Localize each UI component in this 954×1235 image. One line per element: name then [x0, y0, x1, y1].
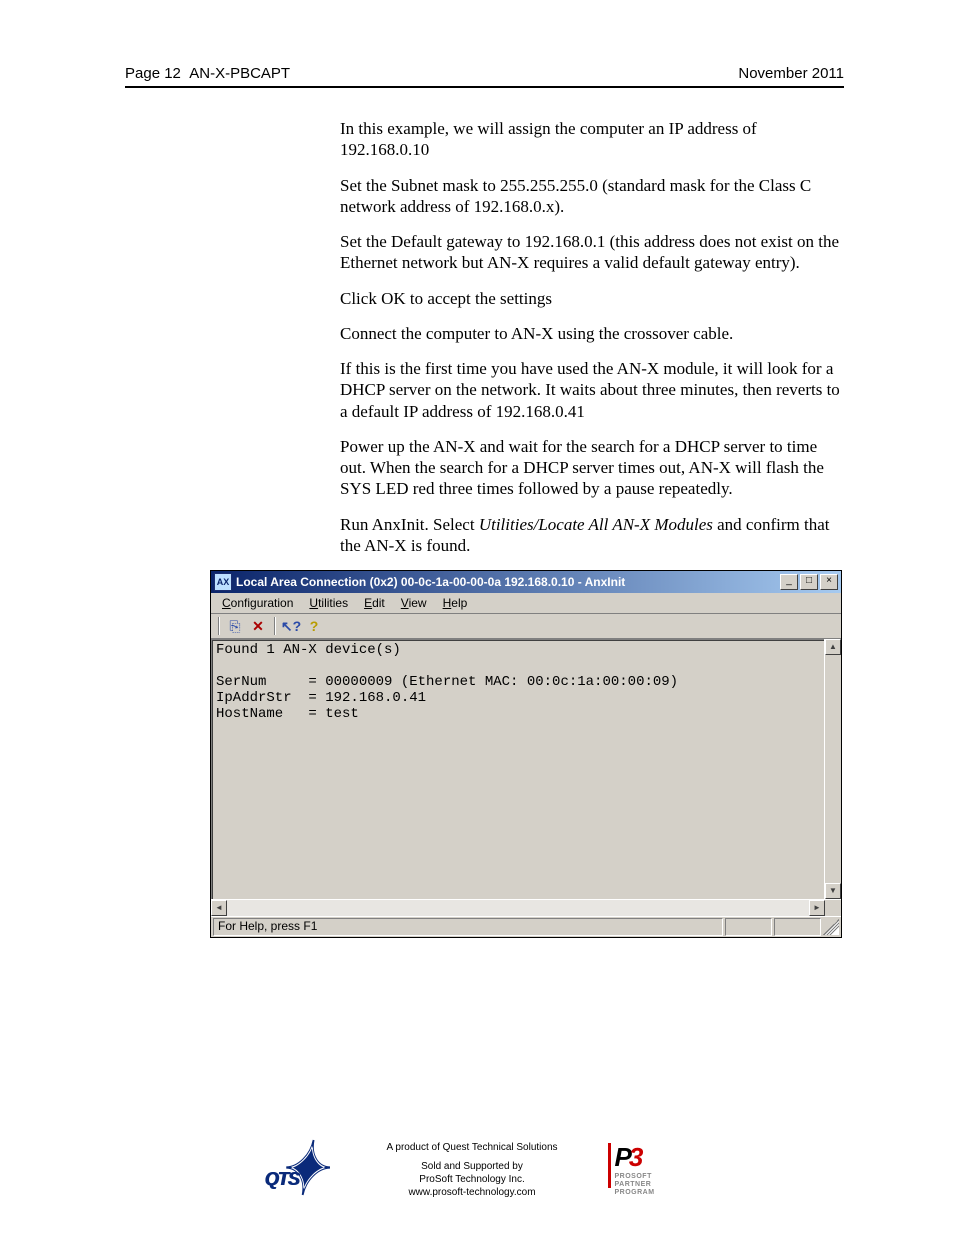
footer-line3: ProSoft Technology Inc.: [386, 1173, 557, 1186]
page-footer: ✦ QTS A product of Quest Technical Solut…: [0, 1135, 954, 1205]
status-pane-3: [774, 918, 821, 936]
para-8-lead: Run AnxInit. Select: [340, 515, 479, 534]
menu-configuration[interactable]: Configuration: [215, 595, 300, 611]
anxinit-window: AX Local Area Connection (0x2) 00-0c-1a-…: [210, 570, 842, 938]
status-text: For Help, press F1: [213, 918, 723, 936]
page-label: Page: [125, 65, 160, 82]
p3-pipe-icon: [608, 1143, 611, 1188]
scroll-up-icon[interactable]: ▲: [825, 639, 841, 655]
para-1: In this example, we will assign the comp…: [340, 118, 844, 161]
para-3: Set the Default gateway to 192.168.0.1 (…: [340, 231, 844, 274]
scroll-right-icon[interactable]: ►: [809, 900, 825, 916]
toolbar-separator: [218, 617, 219, 635]
menu-utilities[interactable]: Utilities: [302, 595, 355, 611]
doc-title: AN-X-PBCAPT: [189, 65, 290, 82]
header-date: November 2011: [738, 65, 844, 82]
page-number: 12: [164, 65, 181, 82]
para-5: Connect the computer to AN-X using the c…: [340, 323, 844, 344]
para-8-menu-path: Utilities/Locate All AN-X Modules: [479, 515, 713, 534]
p3-line2: PARTNER: [615, 1181, 655, 1189]
whats-this-icon[interactable]: ↖?: [281, 616, 301, 636]
header-rule: [125, 86, 844, 88]
scroll-down-icon[interactable]: ▼: [825, 883, 841, 899]
scroll-corner: [825, 900, 841, 916]
horizontal-scrollbar[interactable]: ◄ ►: [211, 899, 841, 916]
titlebar[interactable]: AX Local Area Connection (0x2) 00-0c-1a-…: [211, 571, 841, 593]
qts-logo: ✦ QTS: [256, 1135, 336, 1205]
page-header: Page 12 AN-X-PBCAPT November 2011: [125, 65, 844, 82]
menu-view[interactable]: View: [394, 595, 434, 611]
window-title: Local Area Connection (0x2) 00-0c-1a-00-…: [236, 575, 778, 589]
menubar: Configuration Utilities Edit View Help: [211, 593, 841, 614]
p3-3-icon: 3: [629, 1142, 643, 1173]
console-output: Found 1 AN-X device(s) SerNum = 00000009…: [211, 639, 824, 899]
footer-line4: www.prosoft-technology.com: [386, 1186, 557, 1199]
footer-center: A product of Quest Technical Solutions S…: [386, 1141, 557, 1199]
toolbar: ⎘ ✕ ↖? ?: [211, 614, 841, 639]
toolbar-separator: [274, 617, 275, 635]
footer-line1: A product of Quest Technical Solutions: [386, 1141, 557, 1154]
statusbar: For Help, press F1: [211, 916, 841, 937]
para-6: If this is the first time you have used …: [340, 358, 844, 422]
p3-line1: PROSOFT: [615, 1173, 655, 1181]
para-2: Set the Subnet mask to 255.255.255.0 (st…: [340, 175, 844, 218]
para-8: Run AnxInit. Select Utilities/Locate All…: [340, 514, 844, 557]
p3-logo: P 3 PROSOFT PARTNER PROGRAM: [608, 1143, 698, 1198]
copy-icon[interactable]: ⎘: [225, 616, 245, 636]
resize-grip-icon[interactable]: [823, 919, 839, 935]
footer-line2: Sold and Supported by: [386, 1160, 557, 1173]
maximize-button[interactable]: □: [800, 574, 818, 590]
vertical-scrollbar[interactable]: ▲ ▼: [824, 639, 841, 899]
menu-edit[interactable]: Edit: [357, 595, 392, 611]
app-icon: AX: [214, 573, 232, 591]
help-icon[interactable]: ?: [304, 616, 324, 636]
close-button[interactable]: ×: [820, 574, 838, 590]
body-content: In this example, we will assign the comp…: [340, 118, 844, 556]
p3-line3: PROGRAM: [615, 1189, 655, 1197]
qts-text: QTS: [264, 1169, 298, 1190]
status-pane-2: [725, 918, 772, 936]
menu-help[interactable]: Help: [436, 595, 475, 611]
delete-icon[interactable]: ✕: [248, 616, 268, 636]
para-4: Click OK to accept the settings: [340, 288, 844, 309]
minimize-button[interactable]: _: [780, 574, 798, 590]
para-7: Power up the AN-X and wait for the searc…: [340, 436, 844, 500]
hscroll-track[interactable]: [227, 900, 809, 916]
scroll-left-icon[interactable]: ◄: [211, 900, 227, 916]
